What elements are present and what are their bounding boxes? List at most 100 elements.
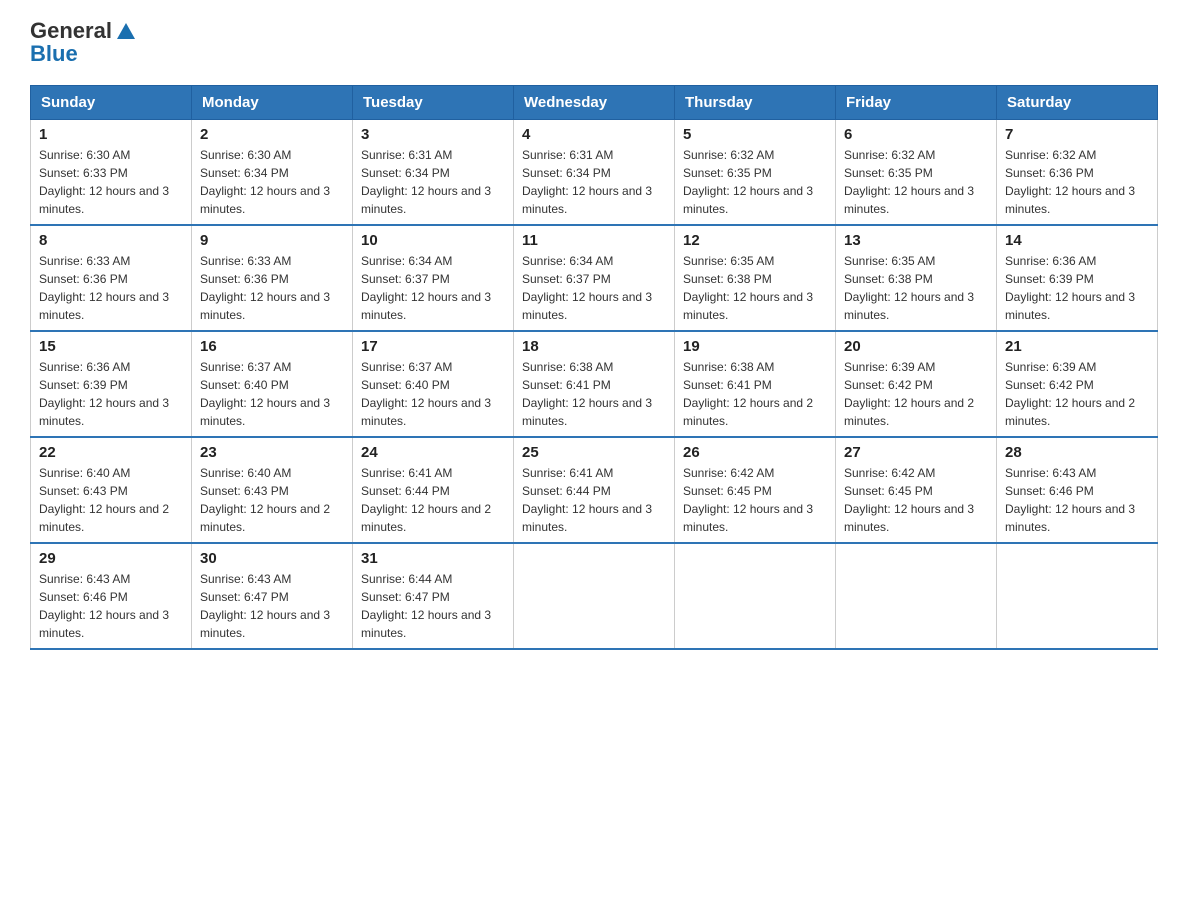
- weekday-row: SundayMondayTuesdayWednesdayThursdayFrid…: [31, 86, 1158, 120]
- day-number: 10: [361, 232, 505, 249]
- calendar-day-cell: 1 Sunrise: 6:30 AM Sunset: 6:33 PM Dayli…: [31, 120, 192, 226]
- day-number: 6: [844, 126, 988, 143]
- day-number: 25: [522, 444, 666, 461]
- day-info: Sunrise: 6:43 AM Sunset: 6:47 PM Dayligh…: [200, 570, 344, 642]
- day-info: Sunrise: 6:41 AM Sunset: 6:44 PM Dayligh…: [361, 464, 505, 536]
- weekday-header: Friday: [836, 86, 997, 120]
- calendar-day-cell: 6 Sunrise: 6:32 AM Sunset: 6:35 PM Dayli…: [836, 120, 997, 226]
- calendar-day-cell: 20 Sunrise: 6:39 AM Sunset: 6:42 PM Dayl…: [836, 331, 997, 437]
- day-info: Sunrise: 6:34 AM Sunset: 6:37 PM Dayligh…: [361, 252, 505, 324]
- day-info: Sunrise: 6:32 AM Sunset: 6:36 PM Dayligh…: [1005, 146, 1149, 218]
- calendar-day-cell: 26 Sunrise: 6:42 AM Sunset: 6:45 PM Dayl…: [675, 437, 836, 543]
- calendar-day-cell: 27 Sunrise: 6:42 AM Sunset: 6:45 PM Dayl…: [836, 437, 997, 543]
- day-info: Sunrise: 6:36 AM Sunset: 6:39 PM Dayligh…: [39, 358, 183, 430]
- calendar-day-cell: [514, 543, 675, 649]
- calendar-week-row: 8 Sunrise: 6:33 AM Sunset: 6:36 PM Dayli…: [31, 225, 1158, 331]
- calendar-day-cell: 5 Sunrise: 6:32 AM Sunset: 6:35 PM Dayli…: [675, 120, 836, 226]
- page-header: General Blue: [30, 20, 1158, 65]
- day-info: Sunrise: 6:37 AM Sunset: 6:40 PM Dayligh…: [361, 358, 505, 430]
- day-info: Sunrise: 6:31 AM Sunset: 6:34 PM Dayligh…: [522, 146, 666, 218]
- day-number: 3: [361, 126, 505, 143]
- day-number: 17: [361, 338, 505, 355]
- day-info: Sunrise: 6:42 AM Sunset: 6:45 PM Dayligh…: [844, 464, 988, 536]
- day-number: 30: [200, 550, 344, 567]
- day-number: 1: [39, 126, 183, 143]
- day-number: 22: [39, 444, 183, 461]
- day-info: Sunrise: 6:41 AM Sunset: 6:44 PM Dayligh…: [522, 464, 666, 536]
- weekday-header: Wednesday: [514, 86, 675, 120]
- day-info: Sunrise: 6:30 AM Sunset: 6:34 PM Dayligh…: [200, 146, 344, 218]
- calendar-day-cell: 2 Sunrise: 6:30 AM Sunset: 6:34 PM Dayli…: [192, 120, 353, 226]
- day-info: Sunrise: 6:44 AM Sunset: 6:47 PM Dayligh…: [361, 570, 505, 642]
- day-info: Sunrise: 6:37 AM Sunset: 6:40 PM Dayligh…: [200, 358, 344, 430]
- day-info: Sunrise: 6:40 AM Sunset: 6:43 PM Dayligh…: [200, 464, 344, 536]
- logo-blue: Blue: [30, 43, 78, 65]
- calendar-week-row: 29 Sunrise: 6:43 AM Sunset: 6:46 PM Dayl…: [31, 543, 1158, 649]
- calendar-day-cell: 28 Sunrise: 6:43 AM Sunset: 6:46 PM Dayl…: [997, 437, 1158, 543]
- calendar-day-cell: 4 Sunrise: 6:31 AM Sunset: 6:34 PM Dayli…: [514, 120, 675, 226]
- calendar-week-row: 22 Sunrise: 6:40 AM Sunset: 6:43 PM Dayl…: [31, 437, 1158, 543]
- day-info: Sunrise: 6:34 AM Sunset: 6:37 PM Dayligh…: [522, 252, 666, 324]
- day-number: 11: [522, 232, 666, 249]
- day-info: Sunrise: 6:31 AM Sunset: 6:34 PM Dayligh…: [361, 146, 505, 218]
- day-info: Sunrise: 6:35 AM Sunset: 6:38 PM Dayligh…: [844, 252, 988, 324]
- day-number: 28: [1005, 444, 1149, 461]
- calendar-day-cell: 30 Sunrise: 6:43 AM Sunset: 6:47 PM Dayl…: [192, 543, 353, 649]
- day-number: 8: [39, 232, 183, 249]
- calendar-day-cell: [836, 543, 997, 649]
- weekday-header: Monday: [192, 86, 353, 120]
- calendar-day-cell: 15 Sunrise: 6:36 AM Sunset: 6:39 PM Dayl…: [31, 331, 192, 437]
- day-info: Sunrise: 6:33 AM Sunset: 6:36 PM Dayligh…: [200, 252, 344, 324]
- day-number: 21: [1005, 338, 1149, 355]
- day-number: 13: [844, 232, 988, 249]
- calendar-body: 1 Sunrise: 6:30 AM Sunset: 6:33 PM Dayli…: [31, 120, 1158, 650]
- weekday-header: Sunday: [31, 86, 192, 120]
- weekday-header: Saturday: [997, 86, 1158, 120]
- weekday-header: Tuesday: [353, 86, 514, 120]
- calendar-day-cell: 31 Sunrise: 6:44 AM Sunset: 6:47 PM Dayl…: [353, 543, 514, 649]
- day-number: 2: [200, 126, 344, 143]
- calendar-week-row: 1 Sunrise: 6:30 AM Sunset: 6:33 PM Dayli…: [31, 120, 1158, 226]
- day-info: Sunrise: 6:35 AM Sunset: 6:38 PM Dayligh…: [683, 252, 827, 324]
- day-number: 24: [361, 444, 505, 461]
- calendar-day-cell: 18 Sunrise: 6:38 AM Sunset: 6:41 PM Dayl…: [514, 331, 675, 437]
- calendar-day-cell: 17 Sunrise: 6:37 AM Sunset: 6:40 PM Dayl…: [353, 331, 514, 437]
- calendar-day-cell: [675, 543, 836, 649]
- logo: General Blue: [30, 20, 137, 65]
- day-info: Sunrise: 6:38 AM Sunset: 6:41 PM Dayligh…: [522, 358, 666, 430]
- day-number: 31: [361, 550, 505, 567]
- calendar-day-cell: 9 Sunrise: 6:33 AM Sunset: 6:36 PM Dayli…: [192, 225, 353, 331]
- day-number: 26: [683, 444, 827, 461]
- day-info: Sunrise: 6:38 AM Sunset: 6:41 PM Dayligh…: [683, 358, 827, 430]
- day-info: Sunrise: 6:30 AM Sunset: 6:33 PM Dayligh…: [39, 146, 183, 218]
- calendar-day-cell: 22 Sunrise: 6:40 AM Sunset: 6:43 PM Dayl…: [31, 437, 192, 543]
- calendar-header: SundayMondayTuesdayWednesdayThursdayFrid…: [31, 86, 1158, 120]
- calendar-day-cell: 14 Sunrise: 6:36 AM Sunset: 6:39 PM Dayl…: [997, 225, 1158, 331]
- day-number: 14: [1005, 232, 1149, 249]
- day-number: 15: [39, 338, 183, 355]
- day-number: 7: [1005, 126, 1149, 143]
- calendar-day-cell: [997, 543, 1158, 649]
- calendar-day-cell: 19 Sunrise: 6:38 AM Sunset: 6:41 PM Dayl…: [675, 331, 836, 437]
- calendar-day-cell: 29 Sunrise: 6:43 AM Sunset: 6:46 PM Dayl…: [31, 543, 192, 649]
- calendar-day-cell: 8 Sunrise: 6:33 AM Sunset: 6:36 PM Dayli…: [31, 225, 192, 331]
- day-info: Sunrise: 6:32 AM Sunset: 6:35 PM Dayligh…: [683, 146, 827, 218]
- calendar-day-cell: 11 Sunrise: 6:34 AM Sunset: 6:37 PM Dayl…: [514, 225, 675, 331]
- day-number: 12: [683, 232, 827, 249]
- day-number: 29: [39, 550, 183, 567]
- day-info: Sunrise: 6:43 AM Sunset: 6:46 PM Dayligh…: [39, 570, 183, 642]
- day-info: Sunrise: 6:43 AM Sunset: 6:46 PM Dayligh…: [1005, 464, 1149, 536]
- day-number: 5: [683, 126, 827, 143]
- day-number: 16: [200, 338, 344, 355]
- calendar-day-cell: 10 Sunrise: 6:34 AM Sunset: 6:37 PM Dayl…: [353, 225, 514, 331]
- calendar-day-cell: 7 Sunrise: 6:32 AM Sunset: 6:36 PM Dayli…: [997, 120, 1158, 226]
- calendar-day-cell: 3 Sunrise: 6:31 AM Sunset: 6:34 PM Dayli…: [353, 120, 514, 226]
- calendar-day-cell: 12 Sunrise: 6:35 AM Sunset: 6:38 PM Dayl…: [675, 225, 836, 331]
- day-info: Sunrise: 6:33 AM Sunset: 6:36 PM Dayligh…: [39, 252, 183, 324]
- day-number: 19: [683, 338, 827, 355]
- day-number: 4: [522, 126, 666, 143]
- day-info: Sunrise: 6:39 AM Sunset: 6:42 PM Dayligh…: [1005, 358, 1149, 430]
- calendar-day-cell: 13 Sunrise: 6:35 AM Sunset: 6:38 PM Dayl…: [836, 225, 997, 331]
- weekday-header: Thursday: [675, 86, 836, 120]
- calendar-day-cell: 23 Sunrise: 6:40 AM Sunset: 6:43 PM Dayl…: [192, 437, 353, 543]
